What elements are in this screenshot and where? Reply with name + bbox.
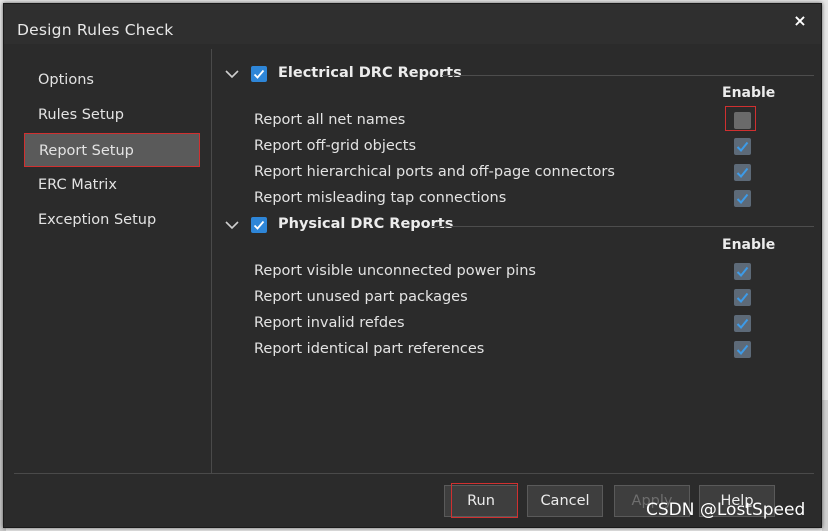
watermark: CSDN @LostSpeed	[646, 500, 806, 520]
list-item: Report unused part packages	[254, 286, 814, 310]
electrical-group-header: Electrical DRC Reports	[214, 65, 814, 87]
physical-group-title: Physical DRC Reports	[278, 216, 454, 232]
report-identical-references-checkbox[interactable]	[734, 341, 751, 358]
report-invalid-refdes-checkbox[interactable]	[734, 315, 751, 332]
dialog-title: Design Rules Check	[17, 21, 174, 39]
list-item: Report hierarchical ports and off-page c…	[254, 161, 814, 185]
report-all-net-names-checkbox[interactable]	[734, 112, 751, 129]
electrical-group-checkbox[interactable]	[251, 66, 267, 82]
checkmark-icon	[736, 167, 749, 178]
option-label: Report visible unconnected power pins	[254, 263, 536, 279]
group-divider	[442, 75, 814, 76]
sidebar-item-options[interactable]: Options	[24, 63, 200, 97]
report-misleading-tap-checkbox[interactable]	[734, 190, 751, 207]
checkmark-icon	[736, 292, 749, 303]
sidebar: Options Rules Setup Report Setup ERC Mat…	[14, 49, 212, 473]
design-rules-check-dialog: Design Rules Check × Options Rules Setup…	[3, 3, 822, 528]
highlight-box	[451, 483, 518, 518]
sidebar-item-report-setup[interactable]: Report Setup	[24, 133, 200, 167]
background-window-edge-right	[822, 400, 828, 531]
option-label: Report off-grid objects	[254, 138, 417, 154]
report-visible-unconnected-checkbox[interactable]	[734, 263, 751, 280]
option-label: Report invalid refdes	[254, 315, 405, 331]
sidebar-item-erc-matrix[interactable]: ERC Matrix	[24, 168, 200, 202]
list-item: Report misleading tap connections	[254, 187, 814, 211]
physical-group-checkbox[interactable]	[251, 217, 267, 233]
enable-column-header: Enable	[722, 237, 776, 253]
report-off-grid-objects-checkbox[interactable]	[734, 138, 751, 155]
report-unused-packages-checkbox[interactable]	[734, 289, 751, 306]
checkmark-icon	[736, 193, 749, 204]
chevron-down-icon[interactable]	[224, 66, 240, 82]
enable-column-header: Enable	[722, 85, 776, 101]
list-item: Report identical part references	[254, 338, 814, 362]
sidebar-item-rules-setup[interactable]: Rules Setup	[24, 98, 200, 132]
option-label: Report unused part packages	[254, 289, 468, 305]
list-item: Report all net names	[254, 106, 814, 133]
sidebar-item-exception-setup[interactable]: Exception Setup	[24, 203, 200, 237]
report-setup-panel: Electrical DRC Reports Enable Report all…	[214, 49, 814, 473]
checkmark-icon	[736, 318, 749, 329]
option-label: Report identical part references	[254, 341, 485, 357]
list-item: Report invalid refdes	[254, 312, 814, 336]
option-label: Report all net names	[254, 112, 406, 128]
group-divider	[432, 226, 814, 227]
report-hierarchical-ports-checkbox[interactable]	[734, 164, 751, 181]
checkmark-icon	[736, 266, 749, 277]
option-label: Report hierarchical ports and off-page c…	[254, 164, 615, 180]
electrical-group-title: Electrical DRC Reports	[278, 65, 462, 81]
title-bar: Design Rules Check ×	[4, 4, 821, 44]
chevron-down-icon[interactable]	[224, 217, 240, 233]
checkmark-icon	[736, 344, 749, 355]
physical-group-header: Physical DRC Reports	[214, 216, 814, 238]
footer-divider	[14, 473, 814, 474]
checkmark-icon	[736, 141, 749, 152]
checkmark-icon	[253, 69, 265, 79]
checkmark-icon	[253, 220, 265, 230]
close-icon[interactable]: ×	[791, 12, 809, 30]
option-label: Report misleading tap connections	[254, 190, 507, 206]
list-item: Report visible unconnected power pins	[254, 260, 814, 284]
cancel-button[interactable]: Cancel	[527, 485, 603, 517]
list-item: Report off-grid objects	[254, 135, 814, 159]
